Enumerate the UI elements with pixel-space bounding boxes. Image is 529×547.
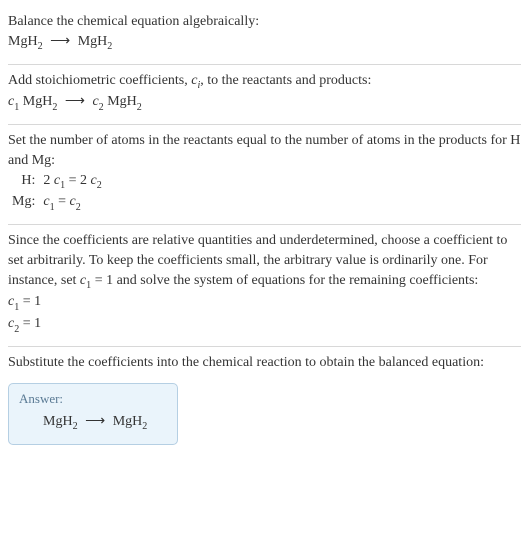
section-atom-balance: Set the number of atoms in the reactants… (8, 125, 521, 224)
reactant: MgH2 (43, 414, 78, 429)
subscript: 2 (76, 202, 81, 213)
subscript: 2 (52, 102, 57, 113)
element-label: H: (8, 171, 39, 193)
section-solve: Since the coefficients are relative quan… (8, 225, 521, 346)
reactant: MgH2 (8, 34, 43, 49)
eq-sign: = (55, 194, 70, 209)
subscript: 1 (60, 180, 65, 191)
table-row: Mg: c1 = c2 (8, 192, 106, 214)
species-text: MgH (104, 94, 137, 109)
subscript: 1 (14, 302, 19, 313)
answer-label: Answer: (19, 390, 167, 408)
coeff-equation: c1 MgH2 ⟶ c2 MgH2 (8, 92, 521, 114)
substitute-text: Substitute the coefficients into the che… (8, 353, 521, 373)
species-text: MgH (19, 94, 52, 109)
var: c (43, 194, 49, 209)
solve-intro: Since the coefficients are relative quan… (8, 231, 521, 292)
value: = 1 (19, 316, 41, 331)
subscript: 2 (99, 102, 104, 113)
eq-sign: = (65, 173, 80, 188)
subscript: i (197, 80, 200, 91)
balance-eq: c1 = c2 (39, 192, 105, 214)
coeff-intro: Add stoichiometric coefficients, ci, to … (8, 71, 521, 93)
subscript: 2 (14, 324, 19, 335)
problem-equation: MgH2 ⟶ MgH2 (8, 32, 521, 54)
answer-box: Answer: MgH2 ⟶ MgH2 (8, 383, 178, 445)
subscript: 2 (73, 421, 78, 432)
subscript: 1 (86, 280, 91, 291)
subscript: 2 (142, 421, 147, 432)
reaction-arrow: ⟶ (61, 94, 89, 109)
solution-line: c2 = 1 (8, 314, 521, 336)
var: c (91, 173, 97, 188)
coef: 2 (80, 173, 91, 188)
section-coefficients: Add stoichiometric coefficients, c i, to … (8, 65, 521, 125)
value: = 1 (19, 294, 41, 309)
element-label: Mg: (8, 192, 39, 214)
reaction-arrow: ⟶ (81, 414, 109, 429)
subscript: 2 (107, 41, 112, 52)
species-text: MgH (8, 34, 38, 49)
var: c (70, 194, 76, 209)
section-substitute: Substitute the coefficients into the che… (8, 347, 521, 383)
table-row: H: 2 c1 = 2 c2 (8, 171, 106, 193)
subscript: 1 (50, 202, 55, 213)
answer-equation: MgH2 ⟶ MgH2 (19, 412, 167, 434)
coef: 2 (43, 173, 54, 188)
subscript: 2 (38, 41, 43, 52)
problem-text: Balance the chemical equation algebraica… (8, 12, 521, 32)
reaction-arrow: ⟶ (46, 34, 74, 49)
solution-line: c1 = 1 (8, 292, 521, 314)
species-text: MgH (78, 34, 108, 49)
text: , to the reactants and products: (200, 73, 371, 88)
subscript: 2 (137, 102, 142, 113)
var: c (92, 94, 98, 109)
balance-table: H: 2 c1 = 2 c2 Mg: c1 = c2 (8, 171, 106, 215)
product: MgH2 (78, 34, 113, 49)
section-problem: Balance the chemical equation algebraica… (8, 6, 521, 64)
text: Add stoichiometric coefficients, (8, 73, 191, 88)
text: = 1 and solve the system of equations fo… (91, 273, 478, 288)
product: MgH2 (113, 414, 148, 429)
species-text: MgH (113, 414, 143, 429)
species-text: MgH (43, 414, 73, 429)
balance-eq: 2 c1 = 2 c2 (39, 171, 105, 193)
subscript: 2 (97, 180, 102, 191)
subscript: 1 (14, 102, 19, 113)
balance-intro: Set the number of atoms in the reactants… (8, 131, 521, 170)
